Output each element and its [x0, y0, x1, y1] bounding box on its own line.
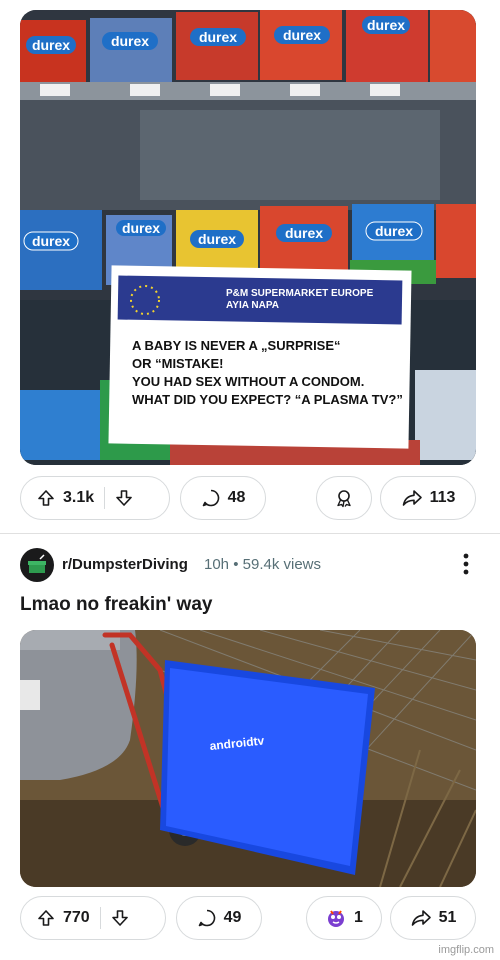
award-icon — [325, 907, 347, 929]
durex-label: durex — [198, 231, 236, 247]
comment-count: 48 — [227, 489, 246, 506]
shelf-photo: durex durex durex durex durex durex dure… — [20, 10, 476, 465]
post-image-dumpster-tv[interactable]: androidtv — [20, 630, 476, 887]
arrow-up-icon[interactable] — [37, 909, 55, 927]
award-icon — [334, 488, 354, 508]
durex-label: durex — [367, 17, 405, 33]
comment-bubble-icon — [197, 908, 217, 928]
store-sign: P&M SUPERMARKET EUROPE AYIA NAPA A BABY … — [108, 265, 412, 449]
post-meta: 10h • 59.4k views — [204, 556, 321, 573]
arrow-down-icon[interactable] — [111, 909, 129, 927]
durex-label: durex — [199, 29, 237, 45]
meta-separator: • — [233, 556, 239, 573]
post1-action-bar: 3.1k 48 113 — [20, 476, 480, 522]
post-title[interactable]: Lmao no freakin' way — [20, 594, 212, 616]
watermark: imgflip.com — [438, 944, 494, 956]
durex-label: durex — [375, 223, 413, 239]
award-button[interactable] — [316, 476, 372, 520]
post-image-condom-shelf[interactable]: durex durex durex durex durex durex dure… — [20, 10, 476, 465]
durex-label: durex — [111, 33, 149, 49]
vote-control: 3.1k — [20, 476, 170, 520]
durex-label: durex — [283, 27, 321, 43]
durex-label: durex — [32, 37, 70, 53]
post2-header: r/DumpsterDiving 10h • 59.4k views — [20, 548, 480, 582]
upvote-count: 3.1k — [63, 489, 95, 506]
durex-label: durex — [285, 225, 323, 241]
comment-bubble-icon — [201, 488, 221, 508]
subreddit-name[interactable]: r/DumpsterDiving — [62, 556, 188, 573]
post-age: 10h — [204, 556, 230, 573]
vote-divider — [99, 907, 101, 929]
share-button[interactable]: 113 — [380, 476, 476, 520]
share-count: 113 — [429, 489, 456, 506]
arrow-down-icon[interactable] — [115, 489, 133, 507]
vote-divider — [104, 487, 106, 509]
sign-line-2: OR “MISTAKE! — [132, 356, 223, 371]
subreddit-avatar[interactable] — [20, 548, 54, 582]
share-button[interactable]: 51 — [390, 896, 476, 940]
tv-photo: androidtv — [20, 630, 476, 887]
sign-header-line2: AYIA NAPA — [226, 300, 279, 311]
comments-button[interactable]: 48 — [180, 476, 266, 520]
view-count: 59.4k views — [242, 556, 322, 573]
share-arrow-icon — [401, 488, 423, 508]
sign-line-1: A BABY IS NEVER A „SURPRISE“ — [132, 338, 341, 353]
vote-control: 770 — [20, 896, 166, 940]
sign-header-line1: P&M SUPERMARKET EUROPE — [226, 288, 374, 299]
post-divider — [0, 533, 500, 534]
share-count: 51 — [438, 909, 457, 926]
award-count: 1 — [354, 909, 363, 926]
award-button[interactable]: 1 — [306, 896, 382, 940]
more-vertical-icon[interactable] — [462, 552, 470, 581]
comments-button[interactable]: 49 — [176, 896, 262, 940]
share-arrow-icon — [410, 908, 432, 928]
durex-label: durex — [32, 233, 70, 249]
upvote-count: 770 — [63, 909, 90, 926]
comment-count: 49 — [223, 909, 242, 926]
post2-action-bar: 770 49 1 51 — [20, 896, 480, 942]
sign-line-3: YOU HAD SEX WITHOUT A CONDOM. — [132, 374, 364, 389]
arrow-up-icon[interactable] — [37, 489, 55, 507]
sign-line-4: WHAT DID YOU EXPECT? “A PLASMA TV?” — [132, 392, 403, 407]
durex-label: durex — [122, 220, 160, 236]
